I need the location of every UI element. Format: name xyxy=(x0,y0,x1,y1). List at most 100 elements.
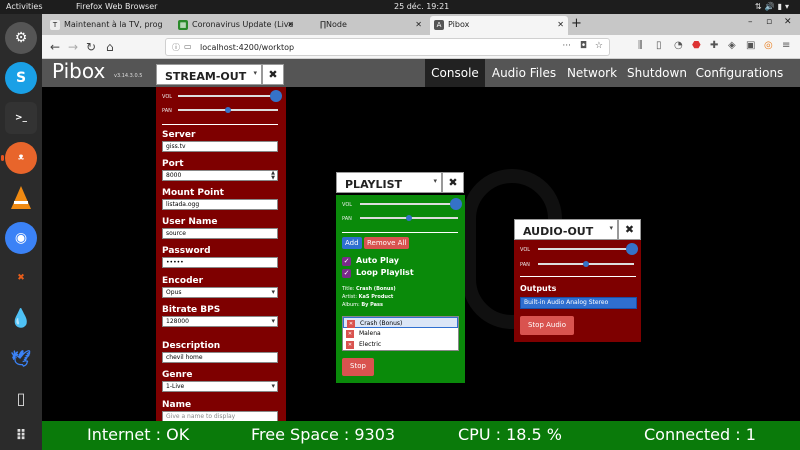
adblock-icon[interactable]: ⬣ xyxy=(692,40,701,51)
stream-out-close-button[interactable]: ✖ xyxy=(262,64,284,85)
nav-network[interactable]: Network xyxy=(563,59,621,87)
close-tab-icon[interactable]: ✕ xyxy=(557,20,564,29)
outputs-select[interactable]: Built-in Audio Analog Stereo xyxy=(520,297,637,309)
bitrate-select[interactable]: 128000 xyxy=(162,316,278,327)
add-button[interactable]: Add xyxy=(342,237,362,249)
info-icon[interactable]: ⓘ xyxy=(172,42,180,53)
menu-icon[interactable]: ≡ xyxy=(782,40,790,51)
chevron-down-icon[interactable]: ▾ xyxy=(433,177,437,185)
tab-strip: T Maintenant à la TV, prog ▦ Coronavirus… xyxy=(42,14,800,35)
firefox-icon[interactable]: ᵜ xyxy=(1,142,37,174)
terminal-icon[interactable]: >_ xyxy=(5,102,37,134)
minimize-button[interactable]: – xyxy=(748,17,753,27)
meta-value: Crash (Bonus) xyxy=(356,286,396,292)
pan-slider-knob[interactable] xyxy=(406,215,412,221)
pan-label: PAN xyxy=(342,216,352,222)
usb-drive-icon[interactable]: ▯ xyxy=(5,382,37,414)
clock[interactable]: 25 déc. 19:21 xyxy=(394,2,449,11)
volume-slider-knob[interactable] xyxy=(626,243,639,255)
server-input[interactable]: giss.tv xyxy=(162,141,278,152)
extension-icon[interactable]: ✚ xyxy=(710,40,718,51)
description-input[interactable]: chevil home xyxy=(162,352,278,363)
user-name-input[interactable]: source xyxy=(162,228,278,239)
sidebar-icon[interactable]: ▯ xyxy=(656,40,662,51)
tab-pibox[interactable]: A Pibox ✕ xyxy=(430,16,568,35)
nav-configurations[interactable]: Configurations xyxy=(693,59,786,87)
maximize-button[interactable]: ▫ xyxy=(766,17,772,27)
skype-icon[interactable]: S xyxy=(5,62,37,94)
library-icon[interactable]: ⫼ xyxy=(638,40,643,51)
close-window-button[interactable]: ✕ xyxy=(784,17,792,27)
playlist-close-button[interactable]: ✖ xyxy=(442,172,464,193)
nav-shutdown[interactable]: Shutdown xyxy=(625,59,689,87)
settings-icon[interactable]: ⚙ xyxy=(5,22,37,54)
name-label: Name xyxy=(162,400,192,410)
stop-audio-button[interactable]: Stop Audio xyxy=(520,316,574,335)
playlist-title[interactable]: PLAYLIST ▾ xyxy=(336,172,442,193)
tab-title: Pibox xyxy=(448,20,470,29)
close-tab-icon[interactable]: ✕ xyxy=(415,20,422,29)
nav-audio-files[interactable]: Audio Files xyxy=(489,59,559,87)
back-icon[interactable]: ← xyxy=(50,40,60,54)
forward-icon[interactable]: → xyxy=(68,40,78,54)
stream-out-title[interactable]: STREAM-OUT ▾ xyxy=(156,64,262,85)
extension-icon[interactable]: ▣ xyxy=(746,40,755,51)
volume-slider-track[interactable] xyxy=(178,95,278,97)
volume-slider-track[interactable] xyxy=(538,248,634,250)
chevron-down-icon[interactable]: ▾ xyxy=(609,224,613,232)
close-tab-icon[interactable]: ✕ xyxy=(287,20,294,29)
nav-console[interactable]: Console xyxy=(425,59,485,87)
audio-out-close-button[interactable]: ✖ xyxy=(618,219,641,240)
tab-coronavirus[interactable]: ▦ Coronavirus Update (Live ✕ xyxy=(174,16,298,35)
mount-point-input[interactable]: listada.ogg xyxy=(162,199,278,210)
playlist-item[interactable]: ✕ Crash (Bonus) xyxy=(343,317,458,328)
playlist-stop-button[interactable]: Stop xyxy=(342,358,374,376)
extension-icon[interactable]: ◈ xyxy=(728,40,736,51)
page-actions-icon[interactable]: ··· xyxy=(562,41,571,51)
volume-slider-knob[interactable] xyxy=(270,90,282,102)
home-icon[interactable]: ⌂ xyxy=(106,40,114,54)
network-icon: ⇅ xyxy=(754,2,765,11)
volume-slider-knob[interactable] xyxy=(450,198,463,210)
loop-playlist-checkbox[interactable]: ✓ xyxy=(342,269,351,278)
vlc-icon[interactable] xyxy=(5,182,37,214)
spinner-arrows-icon[interactable]: ▲ ▼ xyxy=(271,171,275,181)
pan-slider-knob[interactable] xyxy=(583,261,589,267)
bird-icon[interactable]: 🕊 xyxy=(5,342,37,374)
pocket-icon[interactable]: ◘ xyxy=(580,41,587,51)
playlist-item[interactable]: ✕ Malena xyxy=(343,328,458,339)
active-app-menu[interactable]: Firefox Web Browser xyxy=(76,2,157,11)
activities-button[interactable]: Activities xyxy=(6,2,43,11)
genre-select[interactable]: 1-Live xyxy=(162,381,278,392)
crossover-icon[interactable]: ✖ xyxy=(5,262,37,294)
description-label: Description xyxy=(162,341,221,351)
account-icon[interactable]: ◔ xyxy=(674,40,683,51)
audio-out-title[interactable]: AUDIO-OUT ▾ xyxy=(514,219,618,240)
remove-all-button[interactable]: Remove All xyxy=(364,237,410,249)
port-input[interactable]: 8000 ▲ ▼ xyxy=(162,170,278,181)
chevron-down-icon[interactable]: ▾ xyxy=(253,69,257,77)
password-input[interactable]: ••••• xyxy=(162,257,278,268)
chromium-icon[interactable]: ◉ xyxy=(5,222,37,254)
app-grid-icon[interactable]: ⠿ xyxy=(5,420,37,450)
system-tray[interactable]: ⇅🔊▮▾ xyxy=(755,2,792,11)
internet-status: Internet : OK xyxy=(87,425,190,444)
url-bar[interactable]: ⓘ ▭ localhost:4200/worktop ··· ◘ ☆ xyxy=(165,38,610,56)
remove-item-icon[interactable]: ✕ xyxy=(346,341,354,349)
pan-label: PAN xyxy=(520,262,530,268)
volume-slider-track[interactable] xyxy=(360,203,458,205)
tab-node[interactable]: ∏Node ✕ xyxy=(302,16,426,35)
remove-item-icon[interactable]: ✕ xyxy=(347,320,355,328)
new-tab-button[interactable]: + xyxy=(571,16,582,31)
auto-play-checkbox[interactable]: ✓ xyxy=(342,257,351,266)
encoder-select[interactable]: Opus xyxy=(162,287,278,298)
drop-icon[interactable]: 💧 xyxy=(5,302,37,334)
reload-icon[interactable]: ↻ xyxy=(86,40,96,54)
playlist-item[interactable]: ✕ Electric xyxy=(343,339,458,350)
brand-title[interactable]: Pibox xyxy=(52,59,105,83)
pan-slider-knob[interactable] xyxy=(225,107,231,113)
remove-item-icon[interactable]: ✕ xyxy=(346,330,354,338)
bookmark-star-icon[interactable]: ☆ xyxy=(595,41,603,51)
tab-maintenant[interactable]: T Maintenant à la TV, prog xyxy=(46,16,170,35)
extension-icon[interactable]: ◎ xyxy=(764,40,773,51)
